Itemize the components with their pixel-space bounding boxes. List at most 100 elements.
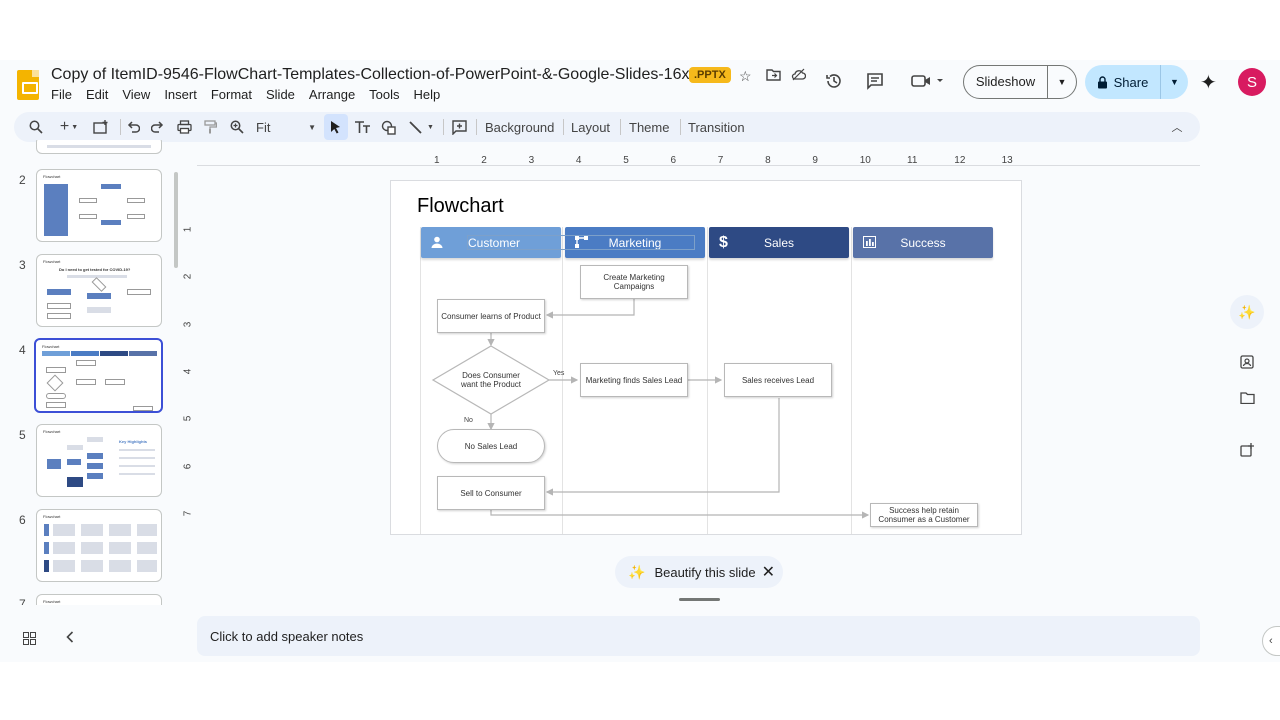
filmstrip-scrollbar[interactable] xyxy=(174,172,178,268)
grid-view-icon[interactable] xyxy=(23,632,36,648)
slide-canvas[interactable]: Flowchart Customer Marketing $ Sales Suc… xyxy=(390,180,1022,535)
meet-icon[interactable] xyxy=(910,70,946,92)
show-side-panel-icon[interactable]: ‹ xyxy=(1262,626,1280,656)
avatar[interactable]: S xyxy=(1238,68,1266,96)
slide-thumbnail-partial[interactable] xyxy=(36,140,162,154)
thumb-shape xyxy=(47,459,61,469)
redo-icon[interactable] xyxy=(149,117,165,137)
slide-thumbnail-7[interactable]: Flowchart xyxy=(36,594,162,605)
menu-edit[interactable]: Edit xyxy=(86,87,108,102)
zoom-select[interactable]: Fit ▼ xyxy=(256,117,316,137)
slides-logo-icon[interactable] xyxy=(17,70,39,100)
menu-format[interactable]: Format xyxy=(211,87,252,102)
node-sell-to-consumer[interactable]: Sell to Consumer xyxy=(437,476,545,510)
version-history-icon[interactable] xyxy=(823,70,845,92)
gemini-beautify-side-icon[interactable]: ✨ xyxy=(1230,295,1264,329)
slide-thumbnail-2[interactable]: Flowchart xyxy=(36,169,162,242)
slide-number: 4 xyxy=(19,343,26,357)
beautify-chip[interactable]: ✨ Beautify this slide ✕ xyxy=(615,556,783,588)
slide-thumbnail-4-selected[interactable]: Flowchart xyxy=(34,338,163,413)
transition-button[interactable]: Transition xyxy=(688,120,745,135)
shape-icon[interactable] xyxy=(379,117,399,137)
layout-button[interactable]: Layout xyxy=(571,120,610,135)
slideshow-button[interactable]: Slideshow ▼ xyxy=(963,65,1077,99)
menu-file[interactable]: File xyxy=(51,87,72,102)
print-icon[interactable] xyxy=(175,117,193,137)
toolbar-divider xyxy=(443,119,444,135)
menu-bar: File Edit View Insert Format Slide Arran… xyxy=(51,87,454,102)
document-title[interactable]: Copy of ItemID-9546-FlowChart-Templates-… xyxy=(51,66,698,84)
zoom-value: Fit xyxy=(256,119,271,135)
ruler-tick-label: 7 xyxy=(182,510,194,517)
beautify-label[interactable]: Beautify this slide xyxy=(654,565,755,580)
thumb-shape xyxy=(127,289,151,295)
thumb-shape xyxy=(87,293,111,299)
select-tool-icon[interactable] xyxy=(324,114,348,140)
slide-thumbnail-3[interactable]: Flowchart Do I need to get tested for CO… xyxy=(36,254,162,327)
vertical-ruler[interactable]: 1 2 3 4 5 6 7 xyxy=(182,180,197,600)
thumb-shape xyxy=(109,542,131,554)
node-create-campaigns[interactable]: Create Marketing Campaigns xyxy=(580,265,688,299)
comments-icon[interactable] xyxy=(864,70,886,92)
contacts-icon[interactable] xyxy=(1230,345,1264,379)
horizontal-ruler[interactable]: 1 2 3 4 5 6 7 8 9 10 11 12 13 xyxy=(390,155,1200,167)
no-label[interactable]: No xyxy=(464,417,473,424)
yes-label[interactable]: Yes xyxy=(553,370,564,377)
menu-view[interactable]: View xyxy=(122,87,150,102)
node-success-retain[interactable]: Success help retain Consumer as a Custom… xyxy=(870,503,978,527)
node-sales-receives[interactable]: Sales receives Lead xyxy=(724,363,832,397)
star-icon[interactable]: ☆ xyxy=(739,68,752,85)
menu-tools[interactable]: Tools xyxy=(369,87,399,102)
search-menus-icon[interactable] xyxy=(26,117,46,137)
thumb-shape xyxy=(101,184,121,189)
thumb-subtitle: Do I need to get tested for COVID-19? xyxy=(59,267,131,272)
cloud-status-icon[interactable] xyxy=(791,68,807,84)
collapse-filmstrip-icon[interactable] xyxy=(66,630,74,646)
slideshow-dropdown-icon[interactable]: ▼ xyxy=(1048,77,1076,87)
toolbar-divider xyxy=(120,119,121,135)
node-marketing-finds[interactable]: Marketing finds Sales Lead xyxy=(580,363,688,397)
node-no-sales-lead[interactable]: No Sales Lead xyxy=(437,429,545,463)
close-icon[interactable]: ✕ xyxy=(762,562,775,582)
node-decision[interactable]: Does Consumer want the Product xyxy=(457,364,525,396)
notes-resize-handle[interactable] xyxy=(679,598,720,601)
line-icon[interactable]: ▼ xyxy=(406,117,436,137)
menu-insert[interactable]: Insert xyxy=(164,87,197,102)
undo-icon[interactable] xyxy=(125,117,141,137)
collapse-toolbar-icon[interactable]: ︿ xyxy=(1169,117,1185,137)
slide-thumbnail-5[interactable]: Flowchart Key Highlights xyxy=(36,424,162,497)
ruler-tick-label: 1 xyxy=(182,226,194,233)
thumb-shape xyxy=(129,351,157,356)
gemini-icon[interactable]: ✦ xyxy=(1200,70,1217,95)
new-slide-icon[interactable]: + ▼ xyxy=(56,117,82,137)
theme-button[interactable]: Theme xyxy=(629,120,669,135)
ruler-tick-label: 4 xyxy=(182,368,194,375)
slideshow-label[interactable]: Slideshow xyxy=(964,66,1048,98)
share-main[interactable]: Share xyxy=(1085,65,1161,99)
speaker-notes[interactable]: Click to add speaker notes xyxy=(197,616,1200,656)
add-comment-icon[interactable] xyxy=(449,117,469,137)
add-ons-icon[interactable] xyxy=(1230,433,1264,467)
filmstrip[interactable]: 2 Flowchart 3 Flowchart Do I need to get… xyxy=(0,140,182,605)
thumb-title: Flowchart xyxy=(43,514,61,519)
zoom-icon[interactable] xyxy=(229,117,245,137)
folder-icon[interactable] xyxy=(1230,381,1264,415)
text-box-icon[interactable] xyxy=(352,117,372,137)
share-button[interactable]: Share ▼ xyxy=(1085,65,1188,99)
slide-thumbnail-6[interactable]: Flowchart xyxy=(36,509,162,582)
new-slide-layout-icon[interactable] xyxy=(90,117,112,137)
node-consumer-learns[interactable]: Consumer learns of Product xyxy=(437,299,545,333)
toolbar-divider xyxy=(563,119,564,135)
background-button[interactable]: Background xyxy=(485,120,554,135)
paint-format-icon[interactable] xyxy=(202,117,218,137)
slide-number: 2 xyxy=(19,173,26,187)
menu-slide[interactable]: Slide xyxy=(266,87,295,102)
menu-help[interactable]: Help xyxy=(414,87,441,102)
thumb-shape xyxy=(137,542,157,554)
move-folder-icon[interactable] xyxy=(766,68,781,84)
thumb-title: Flowchart xyxy=(43,259,61,264)
share-dropdown-icon[interactable]: ▼ xyxy=(1161,77,1188,87)
toolbar: + ▼ Fit ▼ ▼ Background Layout Theme Tran… xyxy=(14,112,1200,142)
menu-arrange[interactable]: Arrange xyxy=(309,87,355,102)
thumb-shape xyxy=(67,445,83,450)
